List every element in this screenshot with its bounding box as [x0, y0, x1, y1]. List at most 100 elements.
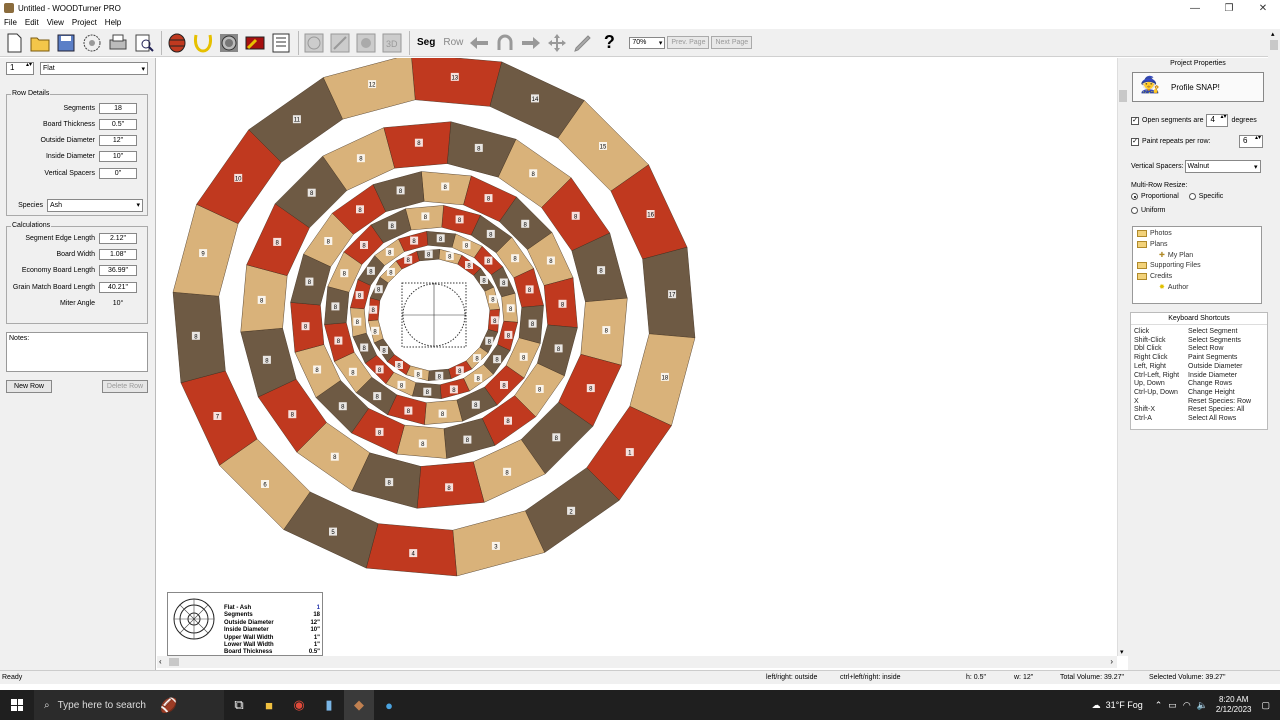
rotate-icon[interactable]: [493, 31, 517, 55]
arrow-right-icon[interactable]: [519, 31, 543, 55]
scroll-thumb[interactable]: [1270, 40, 1278, 50]
notification-icon[interactable]: ▢: [1261, 700, 1270, 711]
start-button[interactable]: [0, 690, 34, 720]
vertical-spacers-label: Vertical Spacers:: [1131, 163, 1184, 170]
open-segments-stepper[interactable]: 4: [1206, 114, 1229, 127]
volume-icon[interactable]: 🔈: [1197, 700, 1208, 711]
proportional-radio[interactable]: Proportional: [1131, 193, 1179, 200]
row-number-stepper[interactable]: 1: [6, 62, 34, 75]
paint-board-icon[interactable]: [243, 31, 267, 55]
notes-textarea[interactable]: Notes:: [6, 332, 148, 372]
preview-value: 1": [313, 634, 320, 641]
scroll-left-icon[interactable]: ‹: [159, 657, 162, 666]
save-icon[interactable]: [54, 31, 78, 55]
menu-file[interactable]: File: [0, 18, 21, 27]
scroll-thumb[interactable]: [169, 658, 179, 666]
bowl-plan-drawing[interactable]: 1314151617181234567891011128888888888888…: [157, 58, 1117, 656]
delete-row-button[interactable]: Delete Row: [102, 380, 148, 393]
design-canvas[interactable]: 13 14 15 16 17 18 1 2 3 4 5 6 7 8 9 10 11 12 8 8 8 8 8 8 8 8 8 8 8 8 8…: [157, 58, 1117, 656]
print-icon[interactable]: [106, 31, 130, 55]
menu-edit[interactable]: Edit: [21, 18, 43, 27]
tree-item-supporting-files[interactable]: Supporting Files: [1137, 262, 1201, 269]
row-type-select[interactable]: Flat ▾: [40, 62, 148, 75]
ring-icon[interactable]: [217, 31, 241, 55]
paint-repeats-stepper[interactable]: 6: [1239, 135, 1263, 148]
segment-number: 11: [294, 118, 301, 124]
paint-repeats-checkbox[interactable]: ✓: [1131, 137, 1139, 146]
specific-radio[interactable]: Specific: [1188, 193, 1223, 200]
pencil-icon[interactable]: [571, 31, 595, 55]
arrow-left-icon[interactable]: [467, 31, 491, 55]
row-details-group: Row Details Segments 18 Board Thickness 0.…: [6, 90, 148, 216]
file-explorer-icon[interactable]: ■: [254, 690, 284, 720]
project-properties-panel: Project Properties 🧙 Profile SNAP! ✓ Ope…: [1128, 58, 1268, 670]
canvas-horizontal-scrollbar[interactable]: ‹ ›: [157, 656, 1117, 668]
inside-diameter-input[interactable]: 10": [99, 150, 137, 162]
help-button[interactable]: ?: [597, 31, 621, 55]
profile-snap-button[interactable]: 🧙 Profile SNAP!: [1132, 72, 1264, 102]
wifi-icon[interactable]: ◠: [1183, 700, 1191, 711]
close-icon[interactable]: ✕: [1246, 0, 1280, 16]
print-preview-icon[interactable]: [132, 31, 156, 55]
network-icon[interactable]: ▭: [1168, 700, 1177, 711]
tray-chevron-icon[interactable]: ⌃: [1155, 700, 1163, 711]
task-view-icon[interactable]: ⧉: [224, 690, 254, 720]
row-preview-card[interactable]: Flat - Ash 1 Segments 18 Outside Diameter 12…: [167, 592, 323, 656]
zoom-select[interactable]: 70% ▾: [629, 36, 666, 49]
uniform-radio[interactable]: Uniform: [1131, 207, 1166, 214]
tree-item-my-plan[interactable]: ✚ My Plan: [1159, 251, 1193, 260]
move-icon[interactable]: [545, 31, 569, 55]
menu-view[interactable]: View: [43, 18, 68, 27]
shortcut-action: Select Row: [1188, 345, 1224, 353]
report-icon[interactable]: [269, 31, 293, 55]
tree-item-plans[interactable]: Plans: [1137, 241, 1168, 248]
bowl-segment[interactable]: [411, 58, 503, 107]
shortcut-action: Paint Segments: [1188, 354, 1238, 362]
woodturner-taskbar-icon[interactable]: ◆: [344, 690, 374, 720]
bowl-yellow-icon[interactable]: [191, 31, 215, 55]
tree-item-credits[interactable]: Credits: [1137, 273, 1172, 280]
taskbar-search[interactable]: ⌕ Type here to search 🏈: [34, 690, 224, 720]
board-thickness-input[interactable]: 0.5": [99, 118, 137, 130]
maximize-icon[interactable]: ❐: [1212, 0, 1246, 16]
tree-item-photos[interactable]: Photos: [1137, 230, 1172, 237]
right-panel-scrollbar[interactable]: ▴: [1268, 30, 1280, 670]
species-select[interactable]: Ash ▾: [47, 198, 143, 212]
scroll-up-icon[interactable]: ▴: [1271, 30, 1275, 38]
clock[interactable]: 8:20 AM 2/12/2023: [1216, 695, 1252, 715]
row-mode-button[interactable]: Row: [443, 37, 463, 48]
tree-item-author[interactable]: ✸ Author: [1159, 283, 1189, 292]
scroll-thumb[interactable]: [1119, 90, 1127, 102]
shortcut-row: Dbl Click Select Row: [1131, 345, 1267, 354]
seg-mode-button[interactable]: Seg: [417, 37, 435, 48]
preview-row-number: 1: [316, 605, 320, 611]
open-folder-icon[interactable]: [28, 31, 52, 55]
scroll-right-icon[interactable]: ›: [1110, 657, 1113, 666]
bowl-red-icon[interactable]: [165, 31, 189, 55]
menu-help[interactable]: Help: [101, 18, 125, 27]
app-taskbar-icon[interactable]: ●: [374, 690, 404, 720]
vertical-spacers-input[interactable]: 0": [99, 167, 137, 179]
notepad-icon[interactable]: ▮: [314, 690, 344, 720]
outside-diameter-input[interactable]: 12": [99, 134, 137, 146]
canvas-vertical-scrollbar[interactable]: ▾: [1117, 58, 1128, 656]
minimize-icon[interactable]: —: [1178, 0, 1212, 16]
open-segments-checkbox[interactable]: ✓: [1131, 116, 1139, 125]
shortcut-action: Select Segments: [1188, 336, 1241, 344]
scroll-down-icon[interactable]: ▾: [1120, 648, 1124, 656]
paint-repeats-label: Paint repeats per row:: [1142, 138, 1211, 145]
new-row-button[interactable]: New Row: [6, 380, 52, 393]
new-file-icon[interactable]: [2, 31, 26, 55]
segment-number: 14: [532, 97, 539, 103]
weather-text[interactable]: 31°F Fog: [1106, 700, 1143, 710]
next-page-button[interactable]: Next Page: [711, 36, 753, 49]
notes-label: Notes:: [9, 335, 30, 342]
prev-page-button[interactable]: Prev. Page: [667, 36, 710, 49]
chrome-icon[interactable]: ◉: [284, 690, 314, 720]
vertical-spacers-select[interactable]: Walnut ▾: [1184, 160, 1261, 173]
segments-input[interactable]: 18: [99, 102, 137, 114]
profile-snap-label: Profile SNAP!: [1171, 82, 1220, 92]
segment-ring-icon[interactable]: [80, 31, 104, 55]
species-value: Ash: [50, 201, 63, 209]
menu-project[interactable]: Project: [68, 18, 101, 27]
